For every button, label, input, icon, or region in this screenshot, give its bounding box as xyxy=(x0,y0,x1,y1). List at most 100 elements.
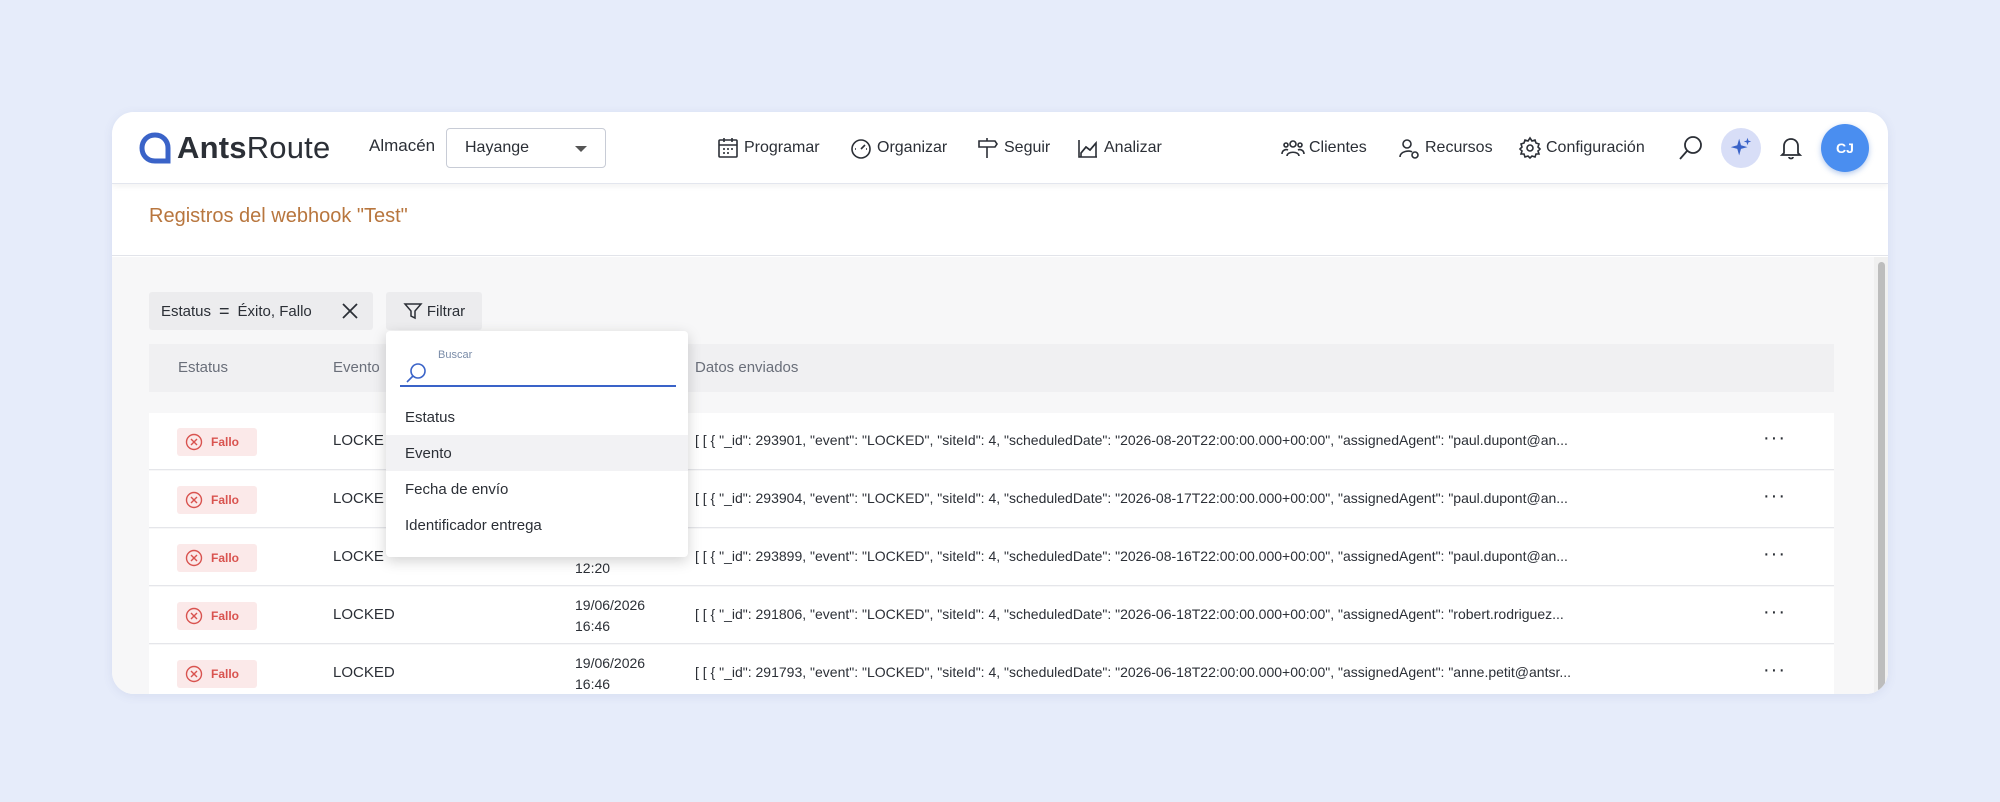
nav-programar[interactable]: Programar xyxy=(716,134,820,162)
error-circle-icon xyxy=(185,433,203,451)
table-row[interactable]: Fallo LOCKED 19/06/2026 16:46 [ [ { "_id"… xyxy=(149,645,1834,694)
nav-configuracion-label: Configuración xyxy=(1546,139,1645,156)
column-header-status[interactable]: Estatus xyxy=(178,359,228,376)
nav-seguir-label: Seguir xyxy=(1004,139,1051,156)
active-filter-chip[interactable]: Estatus = Éxito, Fallo xyxy=(149,292,373,330)
status-badge: Fallo xyxy=(177,660,257,688)
event-cell: LOCKED xyxy=(333,664,395,681)
table-row[interactable]: Fallo LOCKED 19/06/2026 16:46 [ [ { "_id"… xyxy=(149,587,1834,644)
nav-clientes[interactable]: Clientes xyxy=(1281,134,1367,162)
time-value: 16:46 xyxy=(575,676,611,692)
chevron-down-icon xyxy=(575,146,587,152)
filter-button-label: Filtrar xyxy=(426,302,466,320)
column-header-event[interactable]: Evento xyxy=(333,359,380,376)
nav-configuracion[interactable]: Configuración xyxy=(1518,134,1645,162)
status-badge: Fallo xyxy=(177,602,257,630)
close-icon[interactable] xyxy=(341,302,359,320)
nav-clientes-label: Clientes xyxy=(1309,139,1367,156)
column-header-data[interactable]: Datos enviados xyxy=(695,359,798,376)
filter-button[interactable]: Filtrar xyxy=(386,292,482,330)
row-actions-button[interactable]: ··· xyxy=(1763,660,1786,680)
date-cell: 19/06/2026 16:46 xyxy=(575,653,645,694)
search-button[interactable] xyxy=(1677,134,1705,162)
data-cell: [ [ { "_id": 293904, "event": "LOCKED", … xyxy=(695,490,1568,506)
data-cell: [ [ { "_id": 293901, "event": "LOCKED", … xyxy=(695,432,1568,448)
status-label: Fallo xyxy=(211,609,240,623)
status-label: Fallo xyxy=(211,667,240,681)
status-badge: Fallo xyxy=(177,486,257,514)
nav-programar-label: Programar xyxy=(744,139,820,156)
sparkle-icon xyxy=(1730,137,1752,156)
nav-organizar-label: Organizar xyxy=(877,139,948,156)
warehouse-label: Almacén xyxy=(369,136,436,155)
dropdown-search-placeholder: Buscar xyxy=(438,349,473,361)
notifications-button[interactable] xyxy=(1777,134,1805,162)
gear-icon xyxy=(1518,136,1542,160)
data-cell: [ [ { "_id": 291793, "event": "LOCKED", … xyxy=(695,664,1572,680)
users-icon xyxy=(1281,140,1305,157)
antsroute-logo[interactable]: AntsRoute xyxy=(139,130,330,166)
data-cell: [ [ { "_id": 293899, "event": "LOCKED", … xyxy=(695,548,1568,564)
filter-operator: = xyxy=(219,300,230,321)
row-actions-button[interactable]: ··· xyxy=(1763,486,1786,506)
error-circle-icon xyxy=(185,491,203,509)
nav-seguir[interactable]: Seguir xyxy=(976,134,1050,162)
filter-field: Estatus xyxy=(161,302,212,320)
event-cell: LOCKED xyxy=(333,606,395,623)
status-badge: Fallo xyxy=(177,544,257,572)
nav-analizar[interactable]: Analizar xyxy=(1076,134,1162,162)
user-avatar[interactable]: CJ xyxy=(1821,124,1869,172)
dropdown-option[interactable]: Identificador entrega xyxy=(386,507,688,543)
event-cell: LOCKE xyxy=(333,490,384,507)
warehouse-select[interactable]: Hayange xyxy=(446,128,606,168)
date-cell: 19/06/2026 16:46 xyxy=(575,595,645,637)
error-circle-icon xyxy=(185,549,203,567)
ai-assistant-button[interactable] xyxy=(1721,128,1761,168)
warehouse-value: Hayange xyxy=(465,139,530,156)
signpost-icon xyxy=(978,138,998,158)
date-value: 19/06/2026 xyxy=(575,597,646,613)
status-label: Fallo xyxy=(211,493,240,507)
time-value: 12:20 xyxy=(575,560,611,576)
logo-icon xyxy=(139,132,171,164)
nav-recursos[interactable]: Recursos xyxy=(1397,134,1493,162)
filter-field-dropdown: Buscar Estatus Evento Fecha de envío Identi… xyxy=(386,331,688,557)
dropdown-option[interactable]: Fecha de envío xyxy=(386,471,688,507)
status-label: Fallo xyxy=(211,551,240,565)
row-actions-button[interactable]: ··· xyxy=(1763,602,1786,622)
bell-icon xyxy=(1779,138,1803,160)
event-cell: LOCKE xyxy=(333,432,384,449)
status-badge: Fallo xyxy=(177,428,257,456)
filter-value: Éxito, Fallo xyxy=(237,302,312,320)
top-navbar: AntsRoute Almacén Hayange Programar Orga… xyxy=(112,112,1888,184)
time-value: 16:46 xyxy=(575,618,611,634)
search-icon xyxy=(406,363,426,383)
app-window: AntsRoute Almacén Hayange Programar Orga… xyxy=(112,112,1888,694)
brand-name: AntsRoute xyxy=(177,130,331,165)
funnel-icon xyxy=(403,303,423,320)
nav-recursos-label: Recursos xyxy=(1425,139,1493,156)
dropdown-option[interactable]: Evento xyxy=(386,435,688,471)
scrollbar-track xyxy=(1874,257,1888,694)
user-gear-icon xyxy=(1399,139,1419,159)
event-cell: LOCKE xyxy=(333,548,384,565)
nav-organizar[interactable]: Organizar xyxy=(849,134,947,162)
chart-icon xyxy=(1078,140,1097,158)
row-actions-button[interactable]: ··· xyxy=(1763,544,1786,564)
error-circle-icon xyxy=(185,607,203,625)
data-cell: [ [ { "_id": 291806, "event": "LOCKED", … xyxy=(695,606,1564,622)
search-icon xyxy=(1679,136,1702,160)
page-header: Registros del webhook "Test" xyxy=(112,185,1888,256)
date-value: 19/06/2026 xyxy=(575,655,646,671)
content-area: Estatus = Éxito, Fallo Filtrar Estatus E… xyxy=(112,257,1888,694)
status-label: Fallo xyxy=(211,435,240,449)
page-title: Registros del webhook "Test" xyxy=(149,205,408,227)
calendar-icon xyxy=(718,138,738,158)
scrollbar-thumb[interactable] xyxy=(1878,262,1885,692)
error-circle-icon xyxy=(185,665,203,683)
dropdown-option[interactable]: Estatus xyxy=(386,399,688,435)
row-actions-button[interactable]: ··· xyxy=(1763,428,1786,448)
dropdown-search-input[interactable]: Buscar xyxy=(400,345,676,387)
nav-analizar-label: Analizar xyxy=(1104,139,1162,156)
gauge-icon xyxy=(851,139,871,159)
